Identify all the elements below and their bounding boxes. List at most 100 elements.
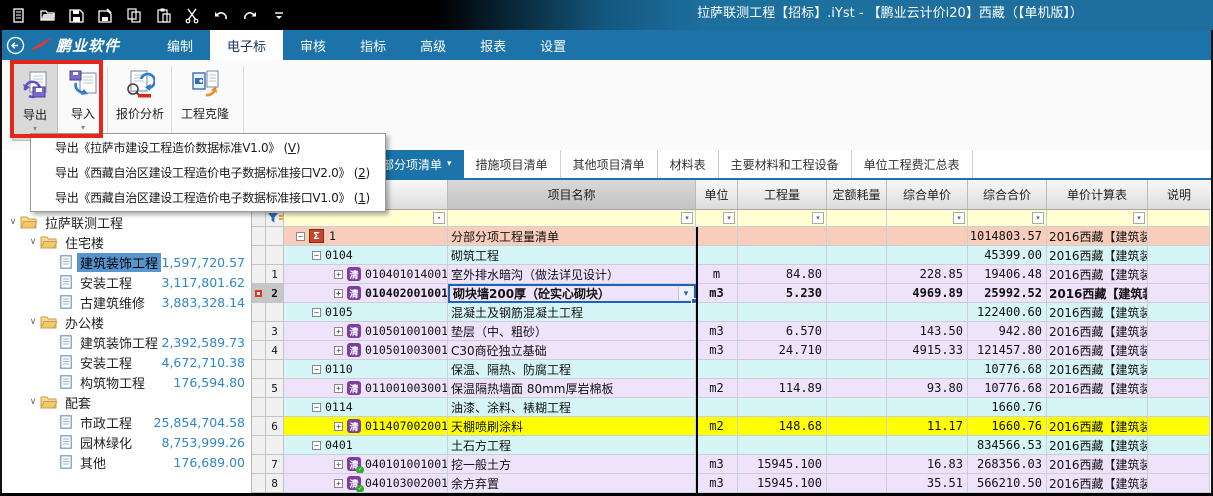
note-cell[interactable]	[1148, 341, 1210, 360]
filter-cell-price[interactable]: ▾	[887, 210, 968, 227]
unit-price-cell[interactable]	[887, 436, 968, 455]
quantity-cell[interactable]	[738, 398, 827, 417]
note-cell[interactable]	[1148, 379, 1210, 398]
name-cell[interactable]: 分部分项工程量清单	[448, 227, 696, 246]
sheet-tab-主要材料和工程设备[interactable]: 主要材料和工程设备	[719, 150, 852, 178]
ribbon-tab-1[interactable]: 编制	[150, 30, 210, 60]
quota-cell[interactable]	[827, 284, 887, 303]
quota-cell[interactable]	[827, 303, 887, 322]
total-price-cell[interactable]: 19406.48	[968, 265, 1047, 284]
collapse-icon[interactable]: −	[312, 308, 321, 317]
back-button[interactable]	[0, 30, 30, 60]
table-row[interactable]: −0105混凝土及钢筋混凝土工程122400.602016西藏【建筑装	[252, 303, 1211, 322]
filter-cell-unit[interactable]: ▾	[696, 210, 738, 227]
total-price-cell[interactable]: 121457.80	[968, 341, 1047, 360]
quota-cell[interactable]	[827, 360, 887, 379]
ribbon-tab-4[interactable]: 指标	[343, 30, 403, 60]
unit-cell[interactable]: m2	[696, 379, 738, 398]
table-row[interactable]: 3+清010501001001垫层（中、粗砂）m36.570143.50942.…	[252, 322, 1211, 341]
tree-item-拉萨联测工程[interactable]: ∨拉萨联测工程	[0, 212, 251, 232]
quantity-cell[interactable]: 84.80	[738, 265, 827, 284]
open-folder-icon[interactable]	[37, 5, 57, 25]
filter-dropdown-icon[interactable]: ▾	[1032, 212, 1044, 224]
quantity-cell[interactable]: 15945.100	[738, 474, 827, 493]
note-cell[interactable]	[1148, 284, 1210, 303]
total-price-cell[interactable]: 10776.68	[968, 360, 1047, 379]
quota-cell[interactable]	[827, 246, 887, 265]
undo-icon[interactable]	[211, 5, 231, 25]
unit-cell[interactable]: m3	[696, 284, 738, 303]
code-cell[interactable]: +清010501001001	[284, 322, 448, 341]
filter-dropdown-icon[interactable]: ▾	[812, 212, 824, 224]
import-button[interactable]: 导入 ▾	[62, 63, 104, 141]
ribbon-tab-7[interactable]: 设置	[523, 30, 583, 60]
unit-price-cell[interactable]: 16.83	[887, 455, 968, 474]
collapse-icon[interactable]: −	[296, 232, 305, 241]
filter-dropdown-icon[interactable]: ▾	[681, 212, 693, 224]
column-header-calc[interactable]: 单价计算表	[1047, 180, 1148, 210]
quantity-cell[interactable]	[738, 360, 827, 379]
tree-item-安装工程[interactable]: 安装工程3,117,801.62	[0, 272, 251, 292]
table-row[interactable]: 1+清010401014001室外排水暗沟（做法详见设计）m84.80228.8…	[252, 265, 1211, 284]
expand-icon[interactable]: +	[334, 270, 343, 279]
table-row[interactable]: 4+清010501003001C30商砼独立基础m324.7104915.331…	[252, 341, 1211, 360]
filter-dropdown-icon[interactable]: ▾	[433, 212, 445, 224]
cut-icon[interactable]	[182, 5, 202, 25]
chevron-down-icon[interactable]: ∨	[26, 317, 40, 327]
unit-price-cell[interactable]: 143.50	[887, 322, 968, 341]
import-dropdown-arrow-icon[interactable]: ▾	[81, 125, 85, 131]
name-cell[interactable]: 室外排水暗沟（做法详见设计）	[448, 265, 696, 284]
tree-item-古建筑维修[interactable]: 古建筑维修3,883,328.14	[0, 292, 251, 312]
unit-price-cell[interactable]	[887, 360, 968, 379]
name-cell[interactable]: 砌块墙200厚（砼实心砌块）▾	[448, 284, 696, 303]
name-cell[interactable]: 挖一般土方	[448, 455, 696, 474]
unit-price-cell[interactable]	[887, 398, 968, 417]
code-cell[interactable]: −0114	[284, 398, 448, 417]
quota-cell[interactable]	[827, 341, 887, 360]
quantity-cell[interactable]: 114.89	[738, 379, 827, 398]
project-clone-button[interactable]: 工程克隆	[174, 63, 236, 141]
tree-item-住宅楼[interactable]: ∨住宅楼	[0, 232, 251, 252]
collapse-icon[interactable]: −	[312, 403, 321, 412]
quantity-cell[interactable]: 148.68	[738, 417, 827, 436]
name-cell[interactable]: 保温隔热墙面 80mm厚岩棉板	[448, 379, 696, 398]
calc-table-cell[interactable]: 2016西藏【建筑装	[1047, 455, 1148, 474]
quantity-cell[interactable]	[738, 227, 827, 246]
unit-price-cell[interactable]: 35.51	[887, 474, 968, 493]
unit-price-cell[interactable]: 228.85	[887, 265, 968, 284]
name-cell[interactable]: 余方弃置	[448, 474, 696, 493]
column-header-qty[interactable]: 工程量	[738, 180, 827, 210]
quantity-cell[interactable]	[738, 436, 827, 455]
table-row[interactable]: 5+清011001003001保温隔热墙面 80mm厚岩棉板m2114.8993…	[252, 379, 1211, 398]
total-price-cell[interactable]: 25992.52	[968, 284, 1047, 303]
tree-item-配套[interactable]: ∨配套	[0, 392, 251, 412]
unit-cell[interactable]	[696, 398, 738, 417]
tree-item-办公楼[interactable]: ∨办公楼	[0, 312, 251, 332]
note-cell[interactable]	[1148, 436, 1210, 455]
chevron-down-icon[interactable]: ∨	[26, 397, 40, 407]
note-cell[interactable]	[1148, 246, 1210, 265]
total-price-cell[interactable]: 1660.76	[968, 398, 1047, 417]
table-row[interactable]: −0110保温、隔热、防腐工程10776.682016西藏【建筑装	[252, 360, 1211, 379]
filter-dropdown-icon[interactable]: ▾	[953, 212, 965, 224]
expand-icon[interactable]: +	[334, 289, 343, 298]
expand-icon[interactable]: +	[334, 422, 343, 431]
price-analysis-button[interactable]: 报价分析	[112, 63, 168, 141]
note-cell[interactable]	[1148, 455, 1210, 474]
calc-table-cell[interactable]: 2016西藏【建筑装	[1047, 360, 1148, 379]
quantity-cell[interactable]	[738, 303, 827, 322]
collapse-icon[interactable]: −	[312, 441, 321, 450]
note-cell[interactable]	[1148, 360, 1210, 379]
total-price-cell[interactable]: 10776.68	[968, 379, 1047, 398]
filter-cell-total[interactable]: ▾	[968, 210, 1047, 227]
total-price-cell[interactable]: 268356.03	[968, 455, 1047, 474]
calc-table-cell[interactable]	[1047, 398, 1148, 417]
paste-icon[interactable]	[153, 5, 173, 25]
filter-cell-note[interactable]	[1148, 210, 1210, 227]
column-header-unit[interactable]: 单位	[696, 180, 738, 210]
total-price-cell[interactable]: 566210.50	[968, 474, 1047, 493]
quota-cell[interactable]	[827, 398, 887, 417]
unit-price-cell[interactable]: 4969.89	[887, 284, 968, 303]
column-header-note[interactable]: 说明	[1148, 180, 1210, 210]
export-dropdown-arrow-icon[interactable]: ▾	[33, 126, 37, 132]
